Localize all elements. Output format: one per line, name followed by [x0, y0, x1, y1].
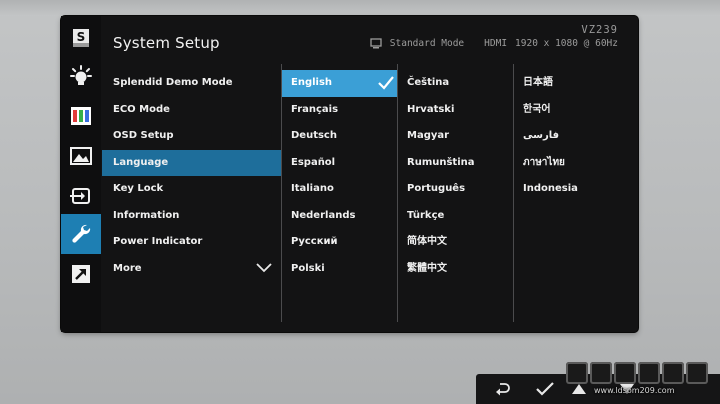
- check-icon: [378, 76, 394, 90]
- language-option[interactable]: Deutsch: [282, 123, 397, 150]
- monitor-bezel: [0, 0, 720, 16]
- system-setup-menu: Splendid Demo Mode ECO Mode OSD Setup La…: [102, 70, 281, 282]
- language-column-1: English Français Deutsch Español Italian…: [282, 70, 397, 282]
- language-option[interactable]: Português: [398, 176, 513, 203]
- color-bars-icon[interactable]: [61, 96, 101, 136]
- resolution-label: 1920 x 1080 @ 60Hz: [515, 38, 618, 49]
- language-column-2: Čeština Hrvatski Magyar Rumunština Portu…: [398, 70, 513, 282]
- language-option[interactable]: Русский: [282, 229, 397, 256]
- input-label: HDMI: [484, 38, 508, 49]
- language-option[interactable]: Rumunština: [398, 150, 513, 177]
- brightness-icon[interactable]: [61, 56, 101, 96]
- watermark: www.ldsom209.com: [566, 362, 716, 402]
- menu-item-more-label: More: [113, 262, 142, 274]
- language-option[interactable]: ภาษาไทย: [514, 150, 629, 177]
- language-option[interactable]: 日本語: [514, 70, 629, 97]
- language-option[interactable]: Español: [282, 150, 397, 177]
- language-option[interactable]: Hrvatski: [398, 97, 513, 124]
- language-option[interactable]: Türkçe: [398, 203, 513, 230]
- language-label: English: [291, 77, 333, 88]
- language-option[interactable]: Čeština: [398, 70, 513, 97]
- language-option[interactable]: Indonesia: [514, 176, 629, 203]
- watermark-logo: [566, 362, 708, 384]
- shortcut-arrow-icon[interactable]: [61, 254, 101, 294]
- model-name: VZ239: [581, 24, 618, 36]
- language-option[interactable]: Italiano: [282, 176, 397, 203]
- input-select-icon[interactable]: [61, 176, 101, 216]
- wrench-icon[interactable]: [61, 214, 101, 254]
- language-option[interactable]: Magyar: [398, 123, 513, 150]
- svg-text:S: S: [77, 30, 86, 44]
- menu-item-information[interactable]: Information: [102, 203, 281, 230]
- confirm-check-icon[interactable]: [528, 374, 562, 404]
- back-icon[interactable]: [486, 374, 520, 404]
- menu-item-splendid-demo-mode[interactable]: Splendid Demo Mode: [102, 70, 281, 97]
- language-option[interactable]: فارسی: [514, 123, 629, 150]
- menu-item-power-indicator[interactable]: Power Indicator: [102, 229, 281, 256]
- language-option-english[interactable]: English: [282, 70, 397, 97]
- image-icon[interactable]: [61, 136, 101, 176]
- osd-menu: S System Setup VZ239 Standard Mode HDMI …: [61, 16, 638, 332]
- language-option[interactable]: 简体中文: [398, 229, 513, 256]
- language-option[interactable]: Français: [282, 97, 397, 124]
- language-option[interactable]: Nederlands: [282, 203, 397, 230]
- language-option[interactable]: Polski: [282, 256, 397, 283]
- menu-item-eco-mode[interactable]: ECO Mode: [102, 97, 281, 124]
- splendid-s-icon[interactable]: S: [61, 18, 101, 58]
- chevron-down-icon: [256, 262, 272, 272]
- menu-item-osd-setup[interactable]: OSD Setup: [102, 123, 281, 150]
- page-title: System Setup: [113, 34, 220, 52]
- language-option[interactable]: 繁體中文: [398, 256, 513, 283]
- menu-item-more[interactable]: More: [102, 256, 281, 283]
- language-option[interactable]: 한국어: [514, 97, 629, 124]
- menu-item-key-lock[interactable]: Key Lock: [102, 176, 281, 203]
- menu-item-language[interactable]: Language: [102, 149, 281, 176]
- osd-sidebar: S: [61, 16, 101, 332]
- language-column-3: 日本語 한국어 فارسی ภาษาไทย Indonesia: [514, 70, 629, 203]
- watermark-url: www.ldsom209.com: [594, 386, 675, 395]
- mode-label: Standard Mode: [389, 38, 465, 49]
- monitor-icon: [370, 38, 382, 49]
- status-bar: Standard Mode HDMI 1920 x 1080 @ 60Hz: [370, 38, 618, 49]
